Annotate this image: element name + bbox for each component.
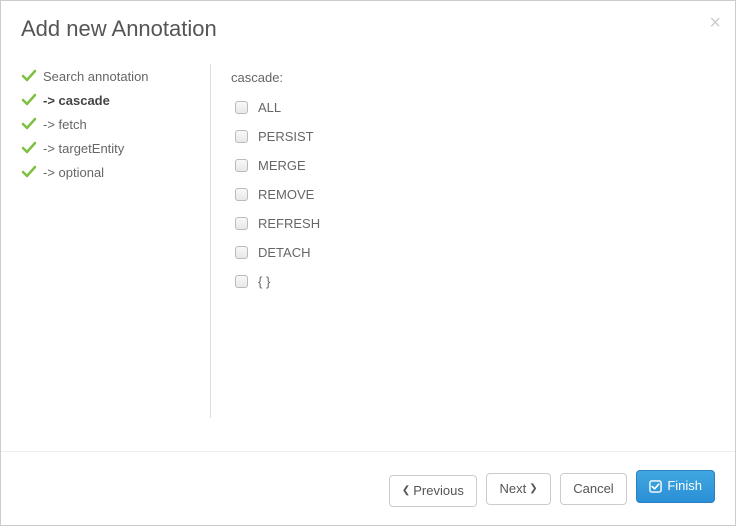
check-icon	[21, 92, 37, 108]
cancel-button[interactable]: Cancel	[560, 473, 626, 505]
button-label: Finish	[667, 477, 702, 495]
option-row: MERGE	[231, 151, 715, 180]
step-label: -> fetch	[43, 117, 87, 132]
modal-body: Search annotation -> cascade -> fetch ->…	[1, 54, 735, 428]
chevron-left-icon: ❮	[402, 486, 410, 496]
content-panel: cascade: ALL PERSIST MERGE REMOVE REFRES…	[211, 64, 715, 418]
option-empty-braces-checkbox[interactable]	[235, 275, 248, 288]
field-label: cascade:	[231, 64, 715, 85]
step-search-annotation[interactable]: Search annotation	[21, 64, 200, 88]
step-cascade[interactable]: -> cascade	[21, 88, 200, 112]
option-row: REMOVE	[231, 180, 715, 209]
option-row: REFRESH	[231, 209, 715, 238]
checked-box-icon	[649, 480, 662, 493]
option-persist-checkbox[interactable]	[235, 130, 248, 143]
finish-button[interactable]: Finish	[636, 470, 715, 502]
step-optional[interactable]: -> optional	[21, 160, 200, 184]
option-row: { }	[231, 267, 715, 296]
option-label: { }	[258, 274, 270, 289]
step-label: -> targetEntity	[43, 141, 124, 156]
option-merge-checkbox[interactable]	[235, 159, 248, 172]
step-fetch[interactable]: -> fetch	[21, 112, 200, 136]
button-label: Next	[499, 480, 526, 498]
close-icon[interactable]: ×	[709, 13, 721, 33]
option-label: REFRESH	[258, 216, 320, 231]
option-label: REMOVE	[258, 187, 314, 202]
step-label: Search annotation	[43, 69, 149, 84]
next-button[interactable]: Next ❯	[486, 473, 550, 505]
option-row: ALL	[231, 93, 715, 122]
modal-title: Add new Annotation	[21, 16, 715, 42]
modal-header: Add new Annotation ×	[1, 1, 735, 54]
option-row: DETACH	[231, 238, 715, 267]
chevron-right-icon: ❯	[529, 484, 537, 494]
option-label: MERGE	[258, 158, 306, 173]
option-label: PERSIST	[258, 129, 314, 144]
step-label: -> cascade	[43, 93, 110, 108]
check-icon	[21, 116, 37, 132]
modal-dialog: Add new Annotation × Search annotation -…	[0, 0, 736, 526]
button-label: Cancel	[573, 480, 613, 498]
modal-footer: ❮ Previous Next ❯ Cancel Finish	[1, 451, 735, 525]
button-label: Previous	[413, 482, 464, 500]
check-icon	[21, 164, 37, 180]
option-label: ALL	[258, 100, 281, 115]
check-icon	[21, 140, 37, 156]
wizard-steps-sidebar: Search annotation -> cascade -> fetch ->…	[21, 64, 211, 418]
option-refresh-checkbox[interactable]	[235, 217, 248, 230]
step-target-entity[interactable]: -> targetEntity	[21, 136, 200, 160]
previous-button[interactable]: ❮ Previous	[389, 475, 477, 507]
option-detach-checkbox[interactable]	[235, 246, 248, 259]
option-all-checkbox[interactable]	[235, 101, 248, 114]
option-remove-checkbox[interactable]	[235, 188, 248, 201]
check-icon	[21, 68, 37, 84]
option-label: DETACH	[258, 245, 310, 260]
option-row: PERSIST	[231, 122, 715, 151]
step-label: -> optional	[43, 165, 104, 180]
